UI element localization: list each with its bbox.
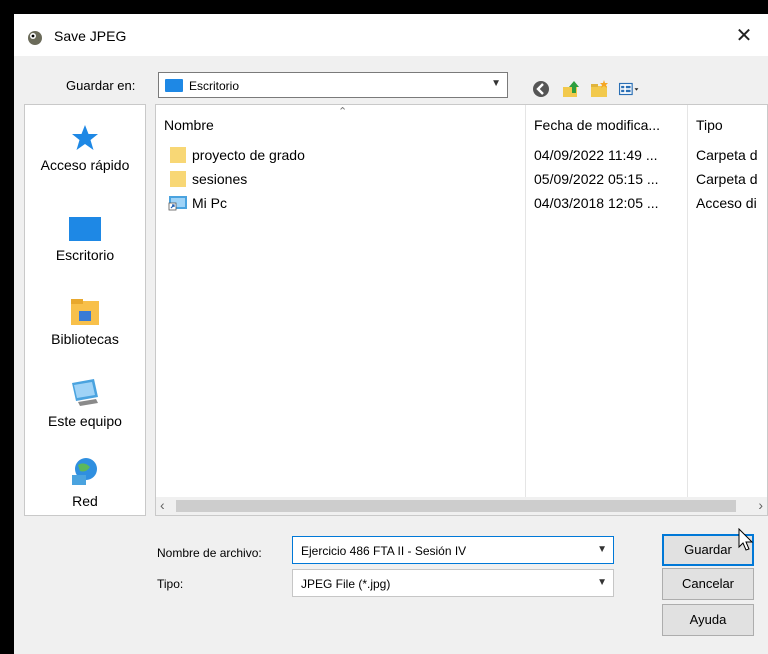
- new-folder-icon[interactable]: [588, 78, 610, 100]
- shortcut-icon: [168, 196, 187, 211]
- location-value: Escritorio: [189, 79, 240, 93]
- file-type: Carpeta d: [696, 171, 758, 187]
- location-select[interactable]: Escritorio ▼: [158, 72, 508, 98]
- save-dialog: Save JPEG ✕ Guardar en: Escritorio ▼ Acc…: [14, 14, 768, 654]
- filename-input[interactable]: Ejercicio 486 FTA II - Sesión IV ▼: [292, 536, 614, 564]
- library-icon: [71, 299, 99, 325]
- chevron-down-icon: ▼: [491, 78, 501, 89]
- scroll-right-icon[interactable]: ›: [758, 497, 763, 513]
- file-list: ⌃ Nombre Fecha de modifica... Tipo proye…: [155, 104, 768, 516]
- view-menu-icon[interactable]: [618, 78, 640, 100]
- desktop-icon: [69, 217, 101, 241]
- up-folder-icon[interactable]: [560, 78, 582, 100]
- file-row[interactable]: proyecto de grado 04/09/2022 11:49 ... C…: [156, 143, 767, 167]
- file-row[interactable]: sesiones 05/09/2022 05:15 ... Carpeta d: [156, 167, 767, 191]
- place-label: Escritorio: [55, 247, 115, 263]
- filetype-select[interactable]: JPEG File (*.jpg) ▼: [292, 569, 614, 597]
- cancel-button[interactable]: Cancelar: [662, 568, 754, 600]
- close-icon[interactable]: ✕: [730, 23, 758, 49]
- location-label: Guardar en:: [66, 78, 136, 93]
- filename-label: Nombre de archivo:: [157, 546, 262, 560]
- chevron-down-icon: ▼: [597, 577, 607, 588]
- place-label: Red: [72, 493, 98, 509]
- place-label: Bibliotecas: [51, 331, 119, 347]
- folder-icon: [170, 147, 186, 163]
- file-name: sesiones: [192, 171, 248, 187]
- place-quick-access[interactable]: Acceso rápido: [25, 123, 145, 173]
- star-icon: [72, 125, 98, 150]
- computer-icon: [72, 379, 98, 406]
- sort-up-icon: ⌃: [338, 106, 348, 118]
- file-date: 04/03/2018 12:05 ...: [534, 195, 659, 211]
- back-icon[interactable]: [530, 78, 552, 100]
- help-button[interactable]: Ayuda: [662, 604, 754, 636]
- place-desktop[interactable]: Escritorio: [25, 215, 145, 263]
- column-header-name[interactable]: Nombre: [164, 117, 214, 133]
- mouse-cursor-icon: [738, 528, 754, 551]
- desktop-icon: [165, 79, 183, 92]
- column-header-date[interactable]: Fecha de modifica...: [534, 117, 660, 133]
- filetype-label: Tipo:: [157, 577, 184, 591]
- dialog-title: Save JPEG: [54, 28, 127, 44]
- filename-value: Ejercicio 486 FTA II - Sesión IV: [301, 544, 467, 558]
- horizontal-scrollbar[interactable]: ‹ ›: [156, 497, 767, 515]
- place-network[interactable]: Red: [25, 455, 145, 509]
- scroll-left-icon[interactable]: ‹: [160, 497, 165, 513]
- folder-icon: [170, 171, 186, 187]
- gimp-app-icon: [28, 31, 42, 45]
- file-name: Mi Pc: [192, 195, 227, 211]
- file-row[interactable]: Mi Pc 04/03/2018 12:05 ... Acceso di: [156, 191, 767, 215]
- file-type: Carpeta d: [696, 147, 758, 163]
- file-name: proyecto de grado: [192, 147, 305, 163]
- place-this-pc[interactable]: Este equipo: [25, 375, 145, 429]
- scrollbar-thumb[interactable]: [176, 500, 736, 512]
- place-label: Acceso rápido: [40, 157, 130, 173]
- chevron-down-icon[interactable]: ▼: [597, 544, 607, 555]
- column-header-type[interactable]: Tipo: [696, 117, 723, 133]
- places-bar: Acceso rápido Escritorio Bibliotecas Est…: [24, 104, 146, 516]
- place-label: Este equipo: [48, 413, 122, 429]
- file-date: 04/09/2022 11:49 ...: [534, 147, 658, 163]
- file-type: Acceso di: [696, 195, 757, 211]
- place-libraries[interactable]: Bibliotecas: [25, 297, 145, 347]
- network-icon: [72, 458, 97, 485]
- title-bar: Save JPEG ✕: [14, 14, 768, 56]
- filetype-value: JPEG File (*.jpg): [301, 577, 391, 591]
- file-date: 05/09/2022 05:15 ...: [534, 171, 659, 187]
